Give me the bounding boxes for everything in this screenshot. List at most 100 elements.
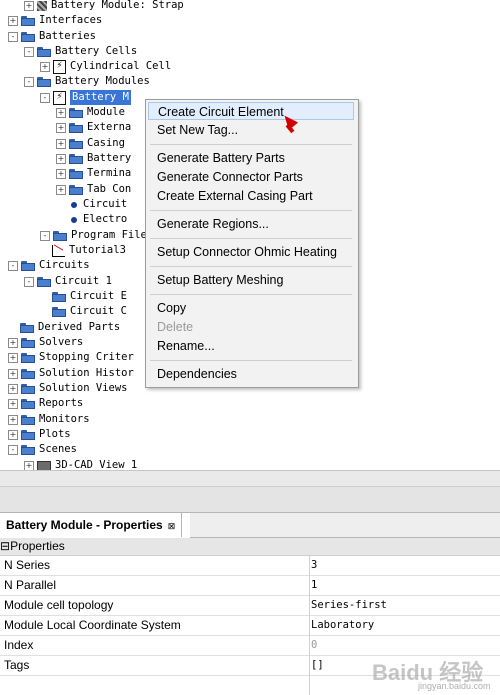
tree-item[interactable]: - Battery Cells: [24, 44, 137, 59]
property-value[interactable]: Laboratory: [311, 616, 374, 635]
column-divider[interactable]: [309, 555, 310, 695]
expand-icon[interactable]: +: [40, 61, 50, 72]
tree-item[interactable]: + Termina: [56, 166, 131, 181]
collapse-icon[interactable]: -: [8, 444, 18, 455]
collapse-icon[interactable]: -: [40, 230, 50, 241]
property-row[interactable]: N Parallel 1: [0, 576, 500, 596]
expand-icon[interactable]: +: [8, 398, 18, 409]
collapse-icon[interactable]: -: [8, 260, 18, 271]
property-row[interactable]: Index 0: [0, 636, 500, 656]
expand-icon[interactable]: +: [8, 414, 18, 425]
folder-icon: [21, 429, 35, 440]
expand-icon[interactable]: +: [8, 368, 18, 379]
tree-item-label: Circuit E: [70, 290, 127, 302]
tree-item-label: Derived Parts: [38, 321, 121, 333]
expand-icon[interactable]: +: [8, 337, 18, 348]
tree-item[interactable]: - Program File: [40, 228, 147, 243]
property-value[interactable]: 1: [311, 576, 317, 595]
folder-icon: [21, 15, 35, 26]
tree-item[interactable]: Circuit C: [40, 304, 127, 319]
collapse-icon[interactable]: -: [24, 76, 34, 87]
tree-item[interactable]: - Scenes: [8, 442, 77, 457]
folder-icon: [37, 46, 51, 57]
tree-horizontal-scrollbar[interactable]: [0, 470, 500, 487]
collapse-icon[interactable]: -: [24, 46, 34, 57]
property-row[interactable]: Module Local Coordinate System Laboratory: [0, 616, 500, 636]
properties-tab[interactable]: Battery Module - Properties ⊠: [0, 513, 183, 537]
dot-icon: [71, 216, 77, 223]
properties-section-header[interactable]: ⊟Properties: [0, 538, 500, 556]
expand-icon[interactable]: +: [56, 138, 66, 149]
tree-item[interactable]: + Casing: [56, 136, 125, 151]
expand-icon[interactable]: +: [56, 153, 66, 164]
tree-item[interactable]: + Solution Histor: [8, 366, 134, 381]
tree-item[interactable]: + Solution Views: [8, 381, 128, 396]
tree-item[interactable]: + Reports: [8, 396, 83, 411]
menu-item[interactable]: Copy: [148, 299, 354, 317]
menu-separator: [150, 144, 352, 145]
property-row[interactable]: Module cell topology Series-first: [0, 596, 500, 616]
tree-item[interactable]: - Circuit 1: [24, 274, 112, 289]
close-icon[interactable]: ⊠: [168, 521, 176, 531]
property-value[interactable]: []: [311, 656, 324, 675]
tree-item[interactable]: + Plots: [8, 427, 71, 442]
tree-item-label: Module: [87, 106, 125, 118]
menu-item[interactable]: Set New Tag...: [148, 121, 354, 139]
collapse-icon[interactable]: -: [40, 92, 50, 103]
watermark-url: jingyan.baidu.com: [418, 681, 491, 691]
tree-item[interactable]: + Externa: [56, 120, 131, 135]
folder-icon: [69, 153, 83, 164]
properties-tab-title: Battery Module - Properties: [6, 518, 163, 532]
menu-item[interactable]: Rename...: [148, 337, 354, 355]
tree-item[interactable]: Tutorial3: [40, 243, 126, 258]
expand-icon[interactable]: +: [8, 429, 18, 440]
menu-item[interactable]: Setup Battery Meshing: [148, 271, 354, 289]
menu-item[interactable]: Generate Battery Parts: [148, 149, 354, 167]
collapse-icon[interactable]: -: [8, 31, 18, 42]
tree-item[interactable]: + ⚡ Cylindrical Cell: [40, 59, 171, 74]
menu-item[interactable]: Generate Connector Parts: [148, 168, 354, 186]
tree-item[interactable]: + Monitors: [8, 412, 90, 427]
tree-item[interactable]: + Battery: [56, 151, 131, 166]
expand-icon[interactable]: +: [56, 168, 66, 179]
folder-icon: [21, 337, 35, 348]
collapse-icon[interactable]: -: [24, 276, 34, 287]
tree-item[interactable]: Electro: [56, 212, 127, 227]
tree-item-label: Battery Cells: [55, 45, 138, 57]
property-name: N Series: [4, 558, 51, 572]
tree-item[interactable]: - Battery Modules: [24, 74, 150, 89]
property-value[interactable]: 0: [311, 636, 317, 655]
tree-item[interactable]: Derived Parts: [8, 320, 120, 335]
tree-item[interactable]: + Interfaces: [8, 13, 102, 28]
menu-item[interactable]: Generate Regions...: [148, 215, 354, 233]
tree-item[interactable]: + Battery Module: Strap: [24, 0, 184, 13]
expand-icon[interactable]: +: [56, 107, 66, 118]
expand-icon[interactable]: +: [8, 15, 18, 26]
menu-item[interactable]: Setup Connector Ohmic Heating: [148, 243, 354, 261]
expand-icon[interactable]: +: [8, 352, 18, 363]
tree-item[interactable]: - Batteries: [8, 29, 96, 44]
tree-item[interactable]: - ⚡ Battery M: [40, 90, 131, 105]
tree-item[interactable]: + Tab Con: [56, 182, 131, 197]
tree-item[interactable]: Circuit: [56, 197, 127, 212]
expand-icon[interactable]: +: [56, 184, 66, 195]
menu-item[interactable]: Dependencies: [148, 365, 354, 383]
expand-icon[interactable]: +: [8, 383, 18, 394]
menu-item[interactable]: Create External Casing Part: [148, 187, 354, 205]
expand-icon[interactable]: +: [24, 460, 34, 470]
splitter[interactable]: [0, 486, 500, 513]
tree-item[interactable]: Circuit E: [40, 289, 127, 304]
expand-icon[interactable]: +: [56, 122, 66, 133]
property-row[interactable]: N Series 3: [0, 556, 500, 576]
folder-icon: [69, 138, 83, 149]
tree-item[interactable]: - Circuits: [8, 258, 90, 273]
menu-item[interactable]: Create Circuit Element: [148, 102, 354, 120]
property-value[interactable]: Series-first: [311, 596, 387, 615]
property-value[interactable]: 3: [311, 556, 317, 575]
tree-item[interactable]: +3D-CAD View 1: [24, 458, 137, 470]
tree-item[interactable]: + Module: [56, 105, 125, 120]
tree-item[interactable]: + Solvers: [8, 335, 83, 350]
expand-icon[interactable]: +: [24, 0, 34, 11]
collapse-icon[interactable]: ⊟: [0, 539, 10, 553]
tree-item[interactable]: + Stopping Criter: [8, 350, 134, 365]
